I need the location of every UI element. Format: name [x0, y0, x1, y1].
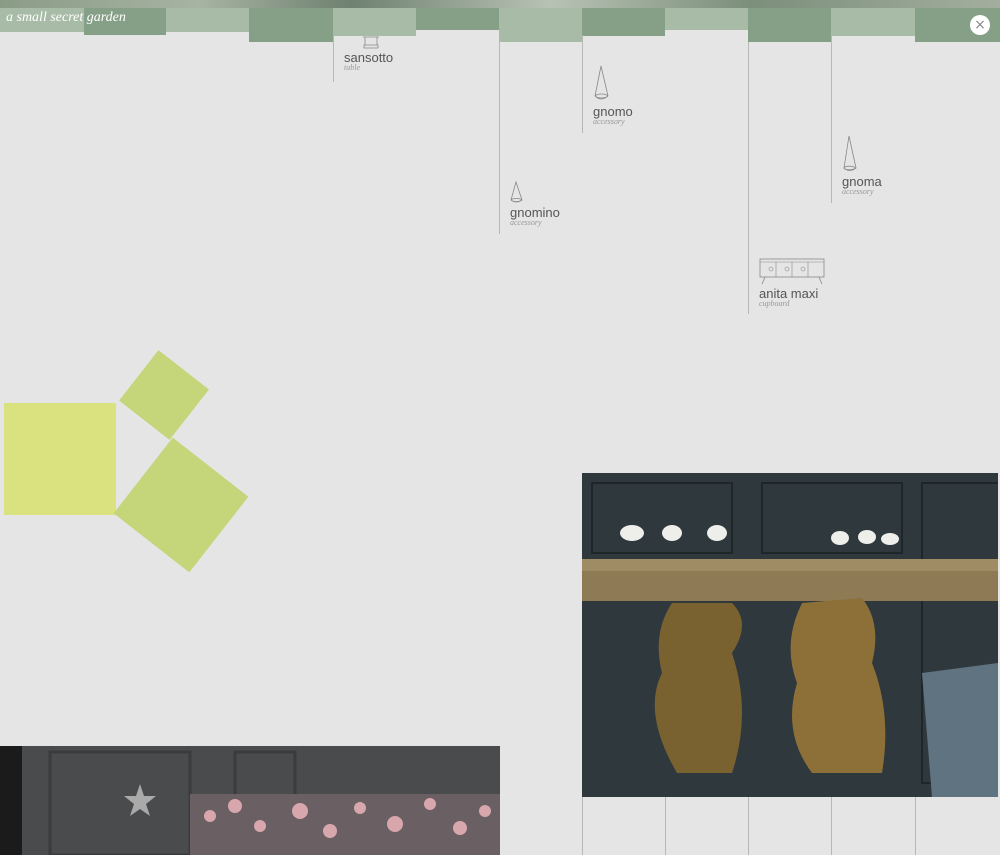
product-photo-cabinet[interactable]	[0, 746, 500, 855]
divider	[333, 35, 334, 82]
divider	[748, 797, 749, 855]
tab[interactable]	[831, 8, 915, 36]
divider	[831, 797, 832, 855]
tab[interactable]	[333, 8, 416, 36]
page-title: a small secret garden	[6, 10, 126, 25]
header-image-strip	[0, 0, 1000, 8]
divider	[915, 797, 916, 855]
decorative-square	[4, 403, 116, 515]
tab[interactable]	[499, 8, 582, 42]
decorative-square	[119, 350, 209, 440]
divider	[831, 35, 832, 203]
tab[interactable]	[748, 8, 831, 42]
product-photo-table[interactable]	[582, 473, 998, 797]
photo-table-birds	[582, 473, 998, 797]
product-sansotto[interactable]: sansotto table	[344, 34, 404, 72]
divider	[665, 797, 666, 855]
product-gnomino[interactable]: gnomino accessory	[510, 181, 560, 227]
tab[interactable]	[416, 8, 499, 30]
product-anita-maxi[interactable]: anita maxi cupboard	[759, 256, 827, 308]
divider	[499, 42, 500, 234]
table-icon	[363, 36, 379, 49]
close-button[interactable]: ×	[970, 15, 990, 35]
tab[interactable]	[166, 8, 249, 32]
gnome-hat-icon	[510, 181, 523, 203]
product-gnomo[interactable]: gnomo accessory	[593, 64, 633, 126]
tab[interactable]	[582, 8, 665, 36]
tab[interactable]	[249, 8, 333, 42]
divider	[582, 35, 583, 133]
decorative-square	[113, 437, 249, 573]
gnome-hat-icon	[843, 135, 857, 171]
divider	[582, 797, 583, 855]
tab[interactable]	[665, 8, 748, 30]
product-gnoma[interactable]: gnoma accessory	[842, 134, 882, 196]
divider	[748, 42, 749, 314]
photo-cabinet-flowers	[0, 746, 500, 855]
gnome-hat-icon	[594, 65, 609, 100]
cupboard-icon	[759, 258, 825, 285]
